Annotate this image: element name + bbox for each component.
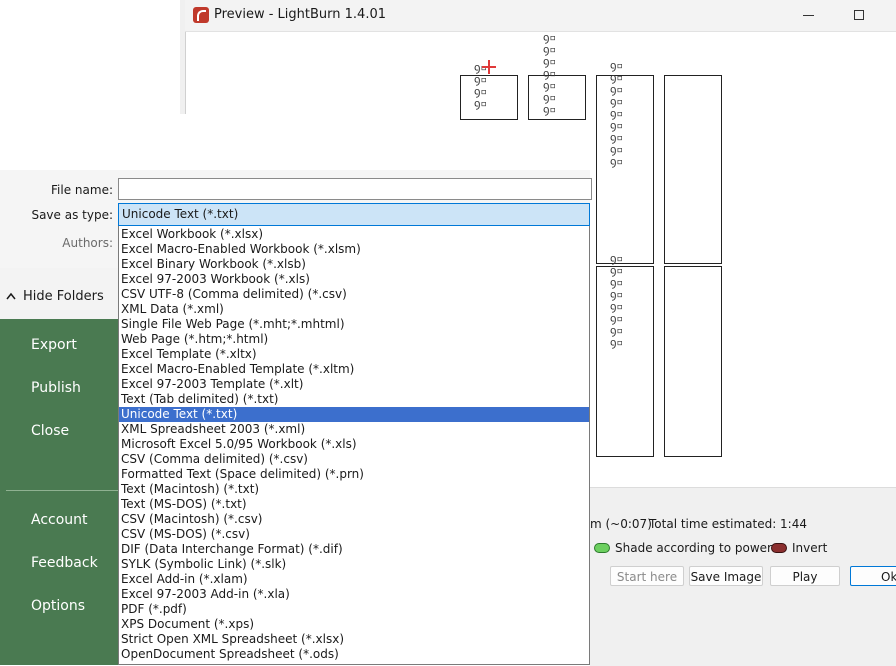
total-time-estimated: Total time estimated: 1:44 [649,517,807,531]
file-type-option[interactable]: Excel 97-2003 Add-in (*.xla) [119,587,589,602]
file-type-option[interactable]: Unicode Text (*.txt) [119,407,589,422]
file-type-option[interactable]: Text (Macintosh) (*.txt) [119,482,589,497]
file-type-option[interactable]: Microsoft Excel 5.0/95 Workbook (*.xls) [119,437,589,452]
file-type-option[interactable]: CSV (Macintosh) (*.csv) [119,512,589,527]
file-type-option[interactable]: PDF (*.pdf) [119,602,589,617]
jig-column-3: ꝯ▫ ꝯ▫ ꝯ▫ ꝯ▫ ꝯ▫ ꝯ▫ ꝯ▫ ꝯ▫ ꝯ▫ [610,60,623,168]
preview-title: Preview - LightBurn 1.4.01 [214,7,386,22]
preview-controls: m (~0:07) Total time estimated: 1:44 Sha… [590,487,896,666]
file-type-option[interactable]: Web Page (*.htm;*.html) [119,332,589,347]
file-type-option[interactable]: Excel Macro-Enabled Workbook (*.xlsm) [119,242,589,257]
preview-panel-4 [664,75,722,264]
nav-feedback[interactable]: Feedback [31,555,98,571]
preview-panel-5 [596,266,654,457]
nav-options[interactable]: Options [31,598,85,614]
save-as-type-select[interactable]: Unicode Text (*.txt) [118,203,590,226]
lightburn-app-icon [193,7,209,23]
file-type-option[interactable]: XPS Document (*.xps) [119,617,589,632]
minimize-icon[interactable] [797,4,821,26]
hide-folders-label: Hide Folders [23,289,104,304]
file-type-option[interactable]: XML Data (*.xml) [119,302,589,317]
file-type-option[interactable]: Strict Open XML Spreadsheet (*.xlsx) [119,632,589,647]
file-type-option[interactable]: CSV UTF-8 (Comma delimited) (*.csv) [119,287,589,302]
nav-close[interactable]: Close [31,423,69,439]
file-type-option[interactable]: Formatted Text (Space delimited) (*.prn) [119,467,589,482]
file-type-option[interactable]: SYLK (Symbolic Link) (*.slk) [119,557,589,572]
file-type-option[interactable]: Excel 97-2003 Workbook (*.xls) [119,272,589,287]
jig-column-4: ꝯ▫ ꝯ▫ ꝯ▫ ꝯ▫ ꝯ▫ ꝯ▫ ꝯ▫ ꝯ▫ [610,253,623,349]
file-type-option[interactable]: Excel Macro-Enabled Template (*.xltm) [119,362,589,377]
file-type-option[interactable]: Excel Workbook (*.xlsx) [119,227,589,242]
file-type-option[interactable]: DIF (Data Interchange Format) (*.dif) [119,542,589,557]
preview-panel-1 [460,75,518,120]
file-type-option[interactable]: Excel 97-2003 Template (*.xlt) [119,377,589,392]
shade-label: Shade according to power [615,541,772,555]
invert-toggle[interactable] [771,543,787,553]
maximize-icon[interactable] [847,4,871,26]
nav-publish[interactable]: Publish [31,380,81,396]
invert-label: Invert [792,541,828,555]
shade-toggle[interactable] [594,543,610,553]
jig-mark: ꝯ▫ [610,336,624,349]
ok-button[interactable]: Ok [850,566,896,586]
file-type-option[interactable]: CSV (MS-DOS) (*.csv) [119,527,589,542]
authors-label: Authors: [62,236,113,250]
preview-panel-3 [596,75,654,264]
start-here-button[interactable]: Start here [610,566,684,586]
file-type-dropdown[interactable]: Excel Workbook (*.xlsx) Excel Macro-Enabl… [118,226,590,665]
file-type-option[interactable]: XML Spreadsheet 2003 (*.xml) [119,422,589,437]
file-type-option[interactable]: Single File Web Page (*.mht;*.mhtml) [119,317,589,332]
play-button[interactable]: Play [770,566,840,586]
jig-column-2: ꝯ▫ ꝯ▫ ꝯ▫ ꝯ▫ ꝯ▫ ꝯ▫ ꝯ▫ [543,32,556,116]
hide-folders-button[interactable]: Hide Folders [0,268,118,319]
file-type-option[interactable]: OpenDocument Spreadsheet (*.ods) [119,647,589,662]
jig-mark: ꝯ▫ [610,155,624,168]
file-type-option[interactable]: Text (Tab delimited) (*.txt) [119,392,589,407]
preview-panel-2 [528,75,586,120]
file-type-option[interactable]: Text (MS-DOS) (*.txt) [119,497,589,512]
file-type-option[interactable]: Excel Template (*.xltx) [119,347,589,362]
file-type-option[interactable]: Excel Add-in (*.xlam) [119,572,589,587]
preview-panel-6 [664,266,722,457]
save-image-button[interactable]: Save Image [689,566,763,586]
file-name-label: File name: [51,183,113,197]
file-type-option[interactable]: CSV (Comma delimited) (*.csv) [119,452,589,467]
crosshair-icon [482,60,496,74]
jig-mark: ꝯ▫ [543,103,557,116]
nav-account[interactable]: Account [31,512,88,528]
elapsed-time-text: m (~0:07) [590,517,652,531]
file-type-option[interactable]: Excel Binary Workbook (*.xlsb) [119,257,589,272]
jig-mark: ꝯ▫ [474,97,488,110]
nav-export[interactable]: Export [31,337,77,353]
nav-divider [6,490,118,491]
chevron-up-icon [6,292,16,300]
save-as-type-label: Save as type: [31,208,113,222]
file-type-list: Excel Workbook (*.xlsx) Excel Macro-Enabl… [119,226,589,662]
file-name-input[interactable] [118,178,592,200]
preview-titlebar[interactable]: Preview - LightBurn 1.4.01 [185,0,896,32]
